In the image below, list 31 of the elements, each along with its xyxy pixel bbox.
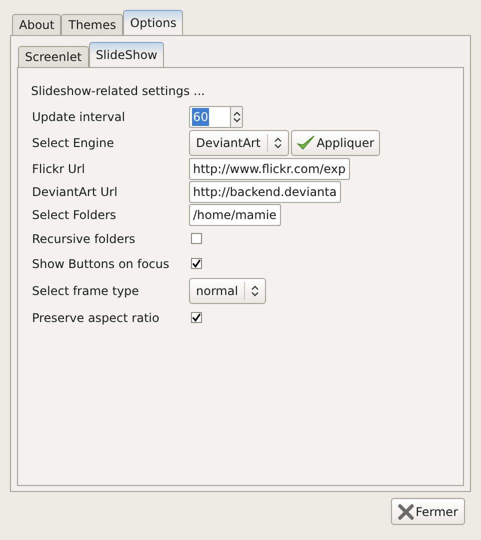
- setting-label: Flickr Url: [31, 160, 86, 178]
- setting-label: Select frame type: [31, 282, 140, 300]
- setting-label: Show Buttons on focus: [31, 256, 170, 272]
- setting-label: Preserve aspect ratio: [31, 310, 160, 326]
- text-field[interactable]: http://backend.devianta: [189, 180, 341, 202]
- checkbox[interactable]: [191, 233, 202, 244]
- section-heading: Slideshow-related settings ...: [31, 83, 206, 100]
- setting-label: Update interval: [31, 108, 126, 126]
- tab[interactable]: About: [12, 14, 62, 35]
- tab[interactable]: Options: [123, 10, 184, 35]
- tab[interactable]: Screenlet: [18, 46, 89, 67]
- dropdown[interactable]: normal: [189, 278, 266, 304]
- updown-icon: [274, 136, 282, 148]
- spin-field[interactable]: 60: [189, 106, 243, 128]
- text-field[interactable]: http://www.flickr.com/exp: [189, 158, 350, 180]
- setting-label: DeviantArt Url: [31, 184, 118, 200]
- close-button[interactable]: Fermer: [390, 498, 465, 525]
- dropdown[interactable]: DeviantArt: [189, 130, 289, 156]
- apply-button[interactable]: Appliquer: [290, 130, 380, 156]
- setting-label: Select Folders: [31, 206, 118, 224]
- updown-icon: [251, 284, 260, 296]
- setting-label: Recursive folders: [31, 230, 136, 248]
- setting-label: Select Engine: [31, 134, 115, 152]
- close-icon: [398, 504, 414, 520]
- checkmark-icon: [296, 134, 315, 150]
- checkbox[interactable]: [191, 312, 202, 323]
- tab[interactable]: Themes: [61, 14, 124, 35]
- tab[interactable]: SlideShow: [88, 42, 164, 67]
- text-field[interactable]: /home/mamie: [189, 204, 281, 226]
- checkbox[interactable]: [191, 258, 202, 269]
- updown-icon: [232, 110, 240, 122]
